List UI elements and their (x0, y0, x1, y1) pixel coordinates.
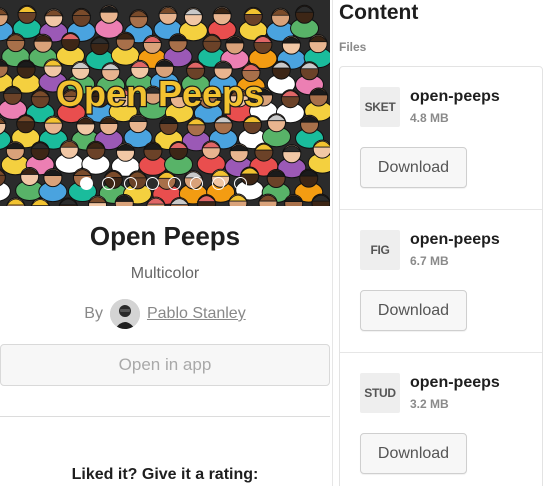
files-label: Files (339, 40, 367, 54)
files-list: SKET open-peeps 4.8 MB Download FIG open… (339, 66, 543, 486)
open-in-app-button[interactable]: Open in app (0, 344, 330, 386)
avatar-icon (109, 299, 140, 329)
avatar[interactable] (109, 299, 140, 329)
download-button[interactable]: Download (360, 433, 467, 474)
figma-file-icon: FIG (360, 230, 400, 270)
product-subtitle: Multicolor (130, 265, 200, 282)
carousel-dot[interactable] (146, 177, 159, 190)
content-heading: Content (339, 1, 419, 24)
banner-logo: Open Peeps (55, 72, 266, 116)
banner-logo-text: Open Peeps (56, 73, 264, 114)
file-item: STUD open-peeps 3.2 MB Download (340, 353, 542, 486)
file-name: open-peeps (410, 88, 500, 105)
file-item: FIG open-peeps 6.7 MB Download (340, 210, 542, 353)
carousel-dot[interactable] (168, 177, 181, 190)
file-name: open-peeps (410, 231, 500, 248)
studio-file-icon: STUD (360, 373, 400, 413)
author-byline: By Pablo Stanley (0, 299, 330, 329)
carousel-dot[interactable] (190, 177, 203, 190)
rating-heading: Liked it? Give it a rating: (71, 466, 259, 483)
file-size: 3.2 MB (410, 397, 449, 411)
file-size: 6.7 MB (410, 254, 449, 268)
by-label: By (84, 305, 103, 322)
file-name: open-peeps (410, 374, 500, 391)
file-size: 4.8 MB (410, 111, 449, 125)
file-item: SKET open-peeps 4.8 MB Download (340, 67, 542, 210)
author-link[interactable]: Pablo Stanley (147, 305, 246, 323)
carousel-dot[interactable] (80, 177, 93, 190)
carousel-dot[interactable] (234, 177, 247, 190)
carousel-pagination (0, 177, 330, 191)
carousel-dot[interactable] (124, 177, 137, 190)
carousel-dot[interactable] (102, 177, 115, 190)
download-button[interactable]: Download (360, 290, 467, 331)
download-button[interactable]: Download (360, 147, 467, 188)
carousel-dot[interactable] (212, 177, 225, 190)
sketch-file-icon: SKET (360, 87, 400, 127)
product-detail: Open Peeps Open Peeps Multicolor By Pabl… (0, 0, 333, 486)
divider (0, 416, 330, 417)
content-sidebar: Content Files SKET open-peeps 4.8 MB Dow… (333, 0, 546, 486)
page-title: Open Peeps (89, 221, 241, 251)
hero-carousel[interactable]: Open Peeps (0, 0, 330, 206)
